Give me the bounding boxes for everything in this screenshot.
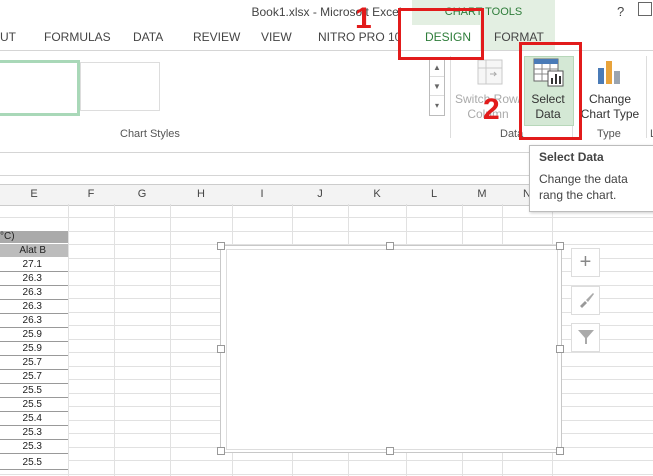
switch-row-column-icon: [477, 59, 503, 85]
cell-value: 25.5: [22, 385, 42, 396]
cell-value: 27.1: [22, 259, 42, 270]
window-title: Book1.xlsx - Microsoft Excel: [251, 5, 402, 19]
cell-value: 25.9: [22, 329, 42, 340]
tooltip-body: Change the data rang the chart.: [539, 172, 628, 202]
resize-handle[interactable]: [386, 447, 394, 455]
plus-icon: +: [579, 251, 592, 273]
tooltip-title: Select Data: [539, 150, 604, 164]
table-header-alat-b[interactable]: Alat B: [0, 244, 68, 257]
chart-style-thumbnail[interactable]: [80, 62, 160, 111]
restore-button[interactable]: [638, 2, 652, 16]
type-group-label: Type: [597, 128, 621, 140]
group-separator: [450, 56, 451, 138]
chart-elements-button[interactable]: +: [571, 248, 600, 277]
tab-layout[interactable]: UT: [0, 30, 16, 44]
chart-style-thumbnail-selected[interactable]: [0, 60, 80, 116]
cell-value: 25.5: [22, 399, 42, 410]
table-cell[interactable]: 27.1: [0, 258, 68, 272]
change-chart-type-icon: [598, 61, 620, 84]
table-cell[interactable]: 25.3: [0, 440, 68, 454]
table-title-cell[interactable]: °C): [0, 231, 68, 243]
resize-handle[interactable]: [217, 242, 225, 250]
table-cell[interactable]: 26.3: [0, 300, 68, 314]
cell-value: 25.9: [22, 343, 42, 354]
col-header-f[interactable]: F: [68, 188, 114, 200]
col-header-j[interactable]: J: [292, 188, 348, 200]
resize-handle[interactable]: [386, 242, 394, 250]
chart-plot-area[interactable]: [226, 249, 558, 450]
cell-value: 25.5: [22, 457, 42, 468]
chart-filters-button[interactable]: [571, 323, 600, 352]
paintbrush-icon: [579, 293, 594, 308]
resize-handle[interactable]: [217, 345, 225, 353]
tab-review[interactable]: REVIEW: [193, 30, 240, 44]
cell-value: 25.7: [22, 357, 42, 368]
table-cell[interactable]: 25.7: [0, 370, 68, 384]
table-cell[interactable]: 26.3: [0, 272, 68, 286]
scroll-up-icon[interactable]: ▲: [430, 58, 444, 77]
gallery-scroll[interactable]: ▲ ▼ ▾: [429, 57, 445, 116]
resize-handle[interactable]: [556, 345, 564, 353]
cell-value: 26.3: [22, 273, 42, 284]
tab-view[interactable]: VIEW: [261, 30, 292, 44]
col-header-h[interactable]: H: [170, 188, 232, 200]
cell-value: 25.4: [22, 413, 42, 424]
table-cell[interactable]: 25.9: [0, 328, 68, 342]
table-cell[interactable]: 25.3: [0, 426, 68, 440]
tab-data[interactable]: DATA: [133, 30, 163, 44]
cell-value: 26.3: [22, 301, 42, 312]
table-cell[interactable]: 25.4: [0, 412, 68, 426]
resize-handle[interactable]: [217, 447, 225, 455]
help-button[interactable]: ?: [617, 4, 624, 19]
annotation-box-select-data: [519, 42, 582, 140]
col-header-e[interactable]: E: [0, 188, 68, 200]
col-header-g[interactable]: G: [114, 188, 170, 200]
resize-handle[interactable]: [556, 242, 564, 250]
tab-formulas[interactable]: FORMULAS: [44, 30, 111, 44]
scroll-down-icon[interactable]: ▼: [430, 77, 444, 96]
gallery-more-icon[interactable]: ▾: [430, 96, 444, 115]
table-cell[interactable]: 26.3: [0, 286, 68, 300]
annotation-number-2: 2: [483, 93, 500, 126]
cell-value: 25.3: [22, 441, 42, 452]
cell-value: 26.3: [22, 287, 42, 298]
chart-styles-button[interactable]: [571, 286, 600, 315]
cell-value: 25.3: [22, 427, 42, 438]
col-header-k[interactable]: K: [348, 188, 406, 200]
cell-value: 26.3: [22, 315, 42, 326]
table-cell[interactable]: 25.9: [0, 342, 68, 356]
group-separator: [646, 56, 647, 138]
col-header-i[interactable]: I: [232, 188, 292, 200]
col-header-m[interactable]: M: [462, 188, 502, 200]
filter-icon: [577, 330, 594, 344]
table-cell[interactable]: 25.5: [0, 398, 68, 412]
table-cell[interactable]: 26.3: [0, 314, 68, 328]
col-header-l[interactable]: L: [406, 188, 462, 200]
change-chart-type-button[interactable]: Change Chart Type: [576, 92, 644, 122]
chart-styles-group-label: Chart Styles: [120, 128, 180, 140]
table-cell[interactable]: 25.5: [0, 456, 68, 470]
annotation-box-design: [398, 8, 484, 60]
resize-handle[interactable]: [556, 447, 564, 455]
table-header-label: Alat B: [19, 245, 46, 256]
cell-value: 25.7: [22, 371, 42, 382]
table-cell[interactable]: 25.5: [0, 384, 68, 398]
table-cell[interactable]: 25.7: [0, 356, 68, 370]
annotation-number-1: 1: [355, 2, 372, 35]
